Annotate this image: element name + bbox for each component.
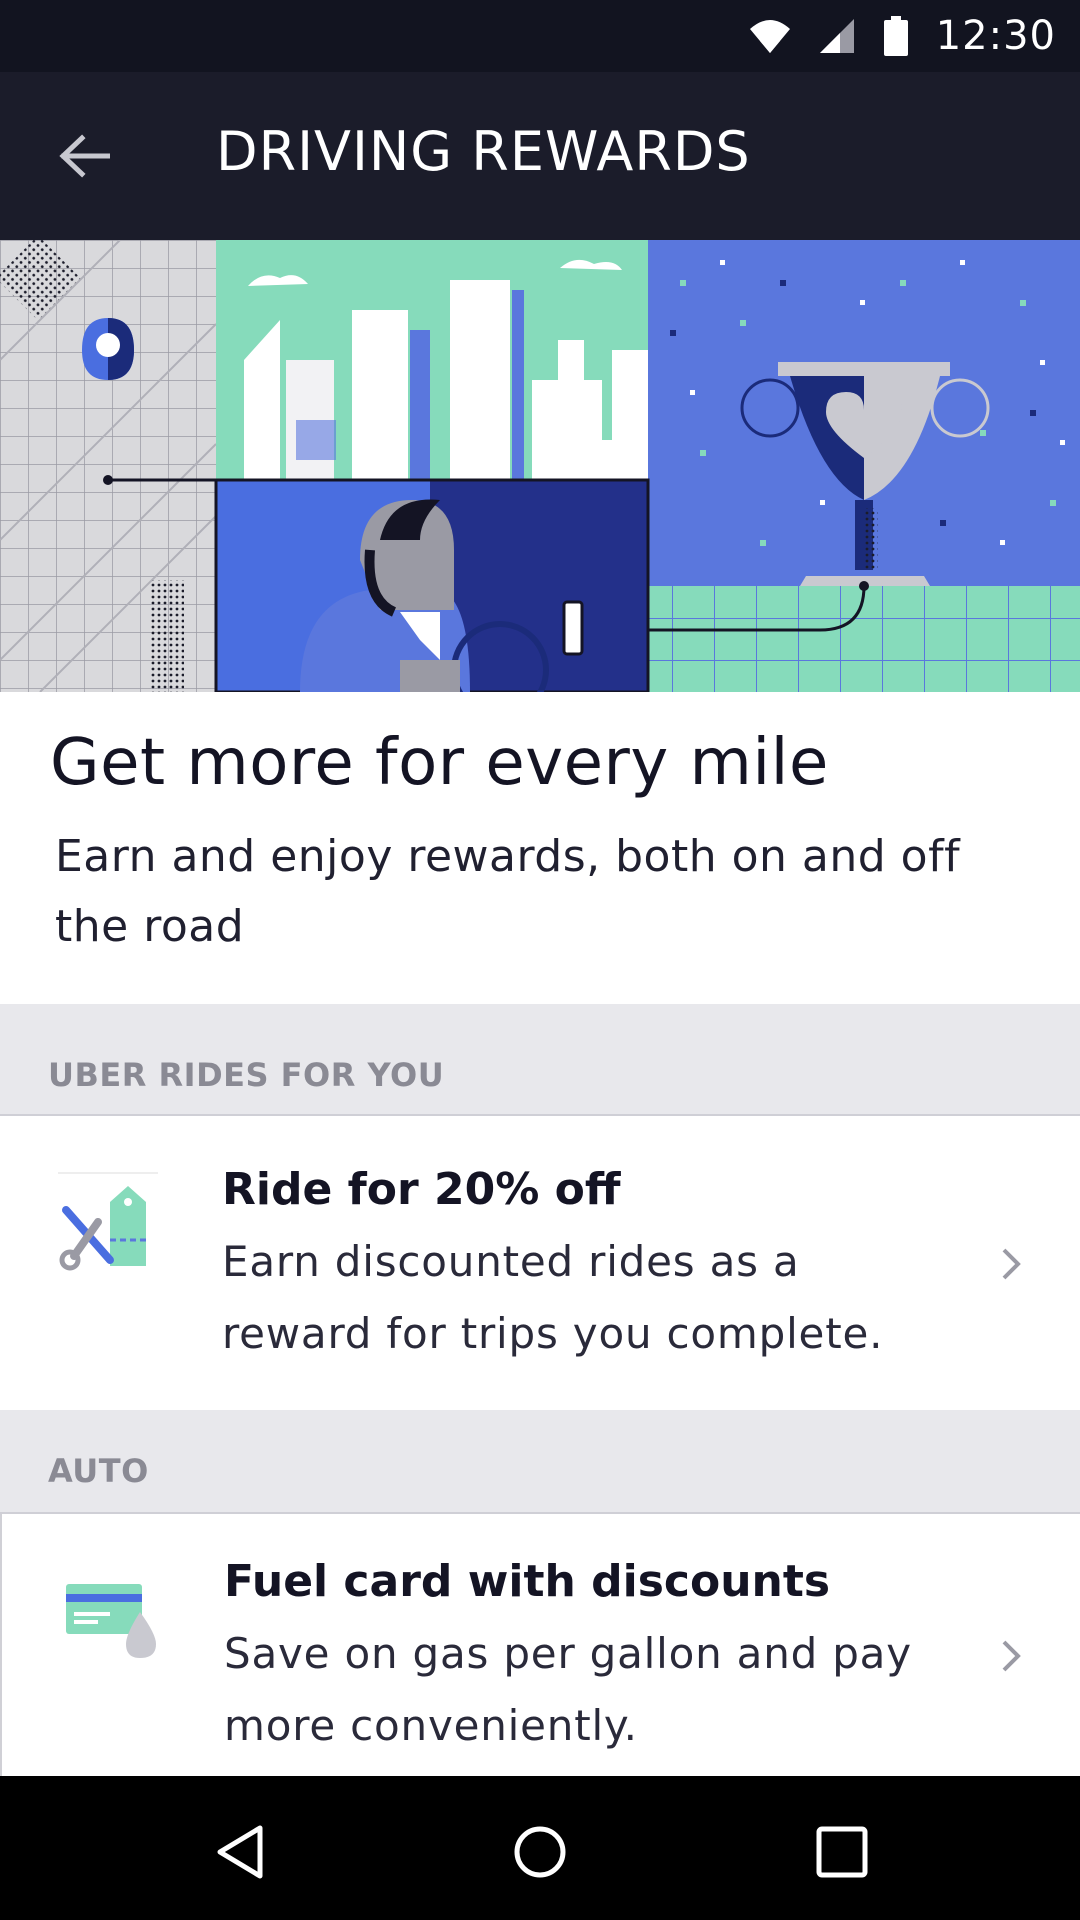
intro-subtitle: Earn and enjoy rewards, both on and off … (55, 831, 961, 952)
section-label: UBER RIDES FOR YOU (48, 1056, 445, 1094)
nav-recents-button[interactable] (802, 1812, 882, 1892)
wifi-icon (749, 20, 790, 53)
intro-section: Get more for every mile Earn and enjoy r… (0, 692, 1080, 1004)
nav-back-button[interactable] (200, 1812, 280, 1892)
rewards-illustration (0, 240, 1080, 692)
page-title: DRIVING REWARDS (216, 120, 751, 183)
arrow-left-icon (59, 134, 110, 178)
nav-home-button[interactable] (500, 1812, 580, 1892)
discount-tag-icon (58, 1172, 158, 1271)
fuel-card-icon (66, 1584, 156, 1658)
item-description: Earn discounted rides as a reward for tr… (222, 1237, 884, 1358)
app-bar: DRIVING REWARDS (0, 72, 1080, 240)
battery-icon (883, 16, 908, 56)
chevron-right-icon (1002, 1248, 1021, 1280)
intro-title: Get more for every mile (50, 726, 829, 800)
status-icons: 12:30 (748, 0, 1056, 72)
recents-square-icon (816, 1826, 868, 1878)
item-title: Fuel card with discounts (224, 1556, 831, 1607)
hero-illustration (0, 240, 1080, 692)
back-triangle-icon (217, 1825, 263, 1879)
back-button[interactable] (44, 116, 124, 196)
home-circle-icon (514, 1826, 566, 1878)
list-item-fuel-card[interactable]: Fuel card with discounts Save on gas per… (0, 1514, 1080, 1776)
system-nav-bar (0, 1776, 1080, 1920)
status-bar: 12:30 (0, 0, 1080, 72)
list-item-ride-discount[interactable]: Ride for 20% off Earn discounted rides a… (0, 1116, 1080, 1410)
chevron-right-icon (1002, 1640, 1021, 1672)
item-description: Save on gas per gallon and pay more conv… (224, 1629, 912, 1750)
status-time: 12:30 (935, 13, 1056, 59)
section-header-uber-rides: UBER RIDES FOR YOU (0, 1004, 1080, 1116)
section-label: AUTO (48, 1452, 149, 1490)
signal-icon (819, 19, 854, 53)
item-title: Ride for 20% off (222, 1164, 621, 1215)
section-header-auto: AUTO (0, 1410, 1080, 1514)
